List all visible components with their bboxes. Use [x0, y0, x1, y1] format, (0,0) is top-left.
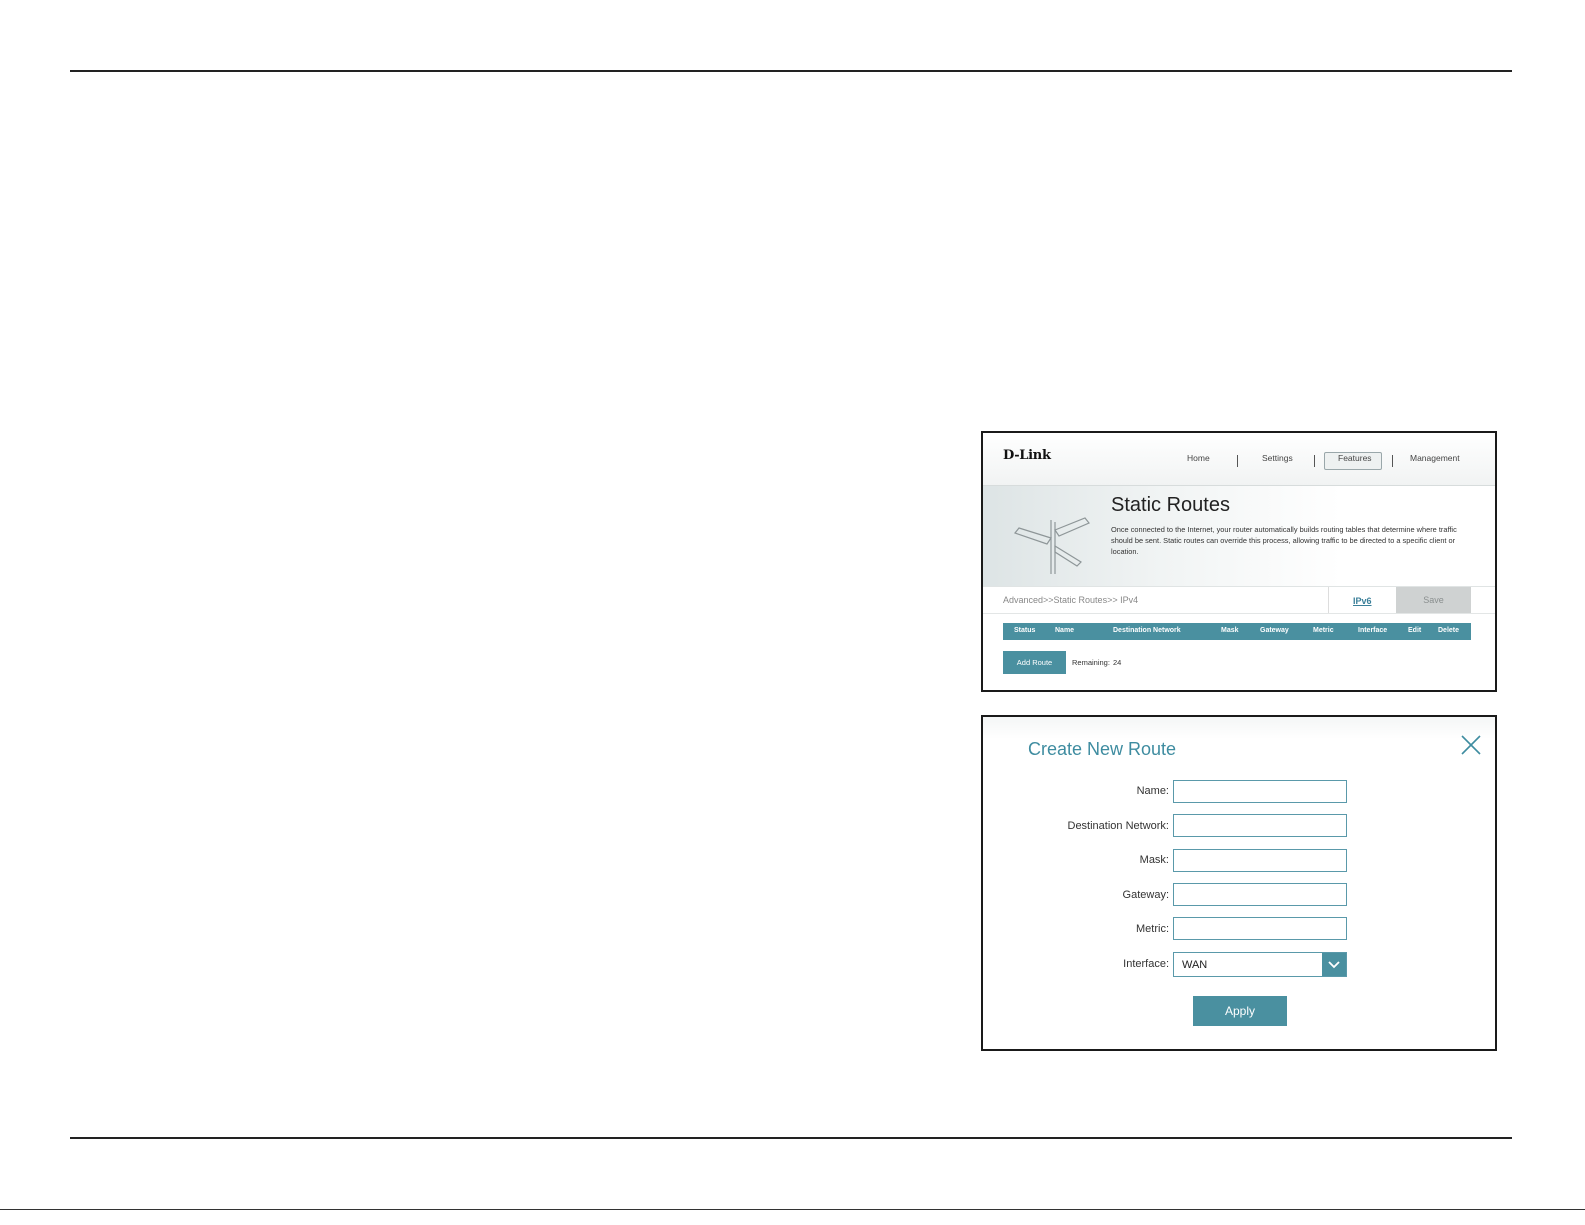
hero-banner: Static Routes Once connected to the Inte…: [983, 486, 1495, 587]
nav-separator: [1392, 455, 1393, 467]
gateway-input[interactable]: [1173, 883, 1347, 906]
page-title: Static Routes: [1111, 494, 1230, 516]
name-input[interactable]: [1173, 780, 1347, 803]
gateway-label: Gateway:: [1122, 889, 1169, 901]
top-divider: [70, 70, 1512, 72]
ipv6-tab: IPv6: [1328, 587, 1397, 613]
routes-table-header: Status Name Destination Network Mask Gat…: [1003, 623, 1471, 640]
static-routes-screenshot: D-Link Home Settings Features Management…: [981, 431, 1497, 692]
create-route-dialog: Create New Route Name: Destination Netwo…: [981, 715, 1497, 1051]
column-mask: Mask: [1221, 627, 1239, 634]
breadcrumb: Advanced>>Static Routes>> IPv4: [1003, 595, 1139, 605]
nav-management[interactable]: Management: [1410, 453, 1460, 463]
interface-select[interactable]: WAN: [1173, 952, 1347, 977]
column-destination-network: Destination Network: [1113, 627, 1181, 634]
dialog-title: Create New Route: [1028, 739, 1177, 759]
nav-separator: [1237, 455, 1238, 467]
signpost-icon: [1013, 517, 1090, 574]
column-name: Name: [1055, 627, 1075, 634]
column-edit: Edit: [1408, 627, 1422, 634]
page-bottom-edge: [0, 1209, 1585, 1210]
remaining-number: 24: [1112, 658, 1122, 667]
metric-input[interactable]: [1173, 917, 1347, 940]
divider: [983, 613, 1495, 614]
apply-button[interactable]: Apply: [1193, 996, 1287, 1026]
dropdown-toggle[interactable]: [1322, 953, 1346, 976]
remaining-label: Remaining:: [1072, 658, 1110, 667]
metric-label: Metric:: [1136, 923, 1169, 935]
interface-selected-value: WAN: [1182, 959, 1208, 971]
dlink-logo: D-Link: [1003, 448, 1051, 463]
page-description: Once connected to the Internet, your rou…: [1111, 525, 1457, 556]
column-gateway: Gateway: [1260, 627, 1289, 634]
close-icon[interactable]: [1459, 733, 1483, 757]
remaining-count: Remaining: 24: [1072, 658, 1121, 667]
column-status: Status: [1014, 627, 1036, 634]
name-label: Name:: [1136, 785, 1169, 797]
ipv6-link[interactable]: IPv6: [1353, 596, 1372, 606]
nav-home[interactable]: Home: [1187, 453, 1210, 463]
save-button[interactable]: Save: [1396, 587, 1471, 613]
top-navigation-bar: D-Link Home Settings Features Management: [983, 433, 1495, 486]
mask-input[interactable]: [1173, 849, 1347, 872]
column-interface: Interface: [1358, 627, 1388, 634]
column-metric: Metric: [1313, 627, 1334, 634]
chevron-down-icon: [1328, 961, 1340, 969]
column-delete: Delete: [1438, 627, 1460, 634]
bottom-divider: [70, 1137, 1512, 1139]
nav-settings[interactable]: Settings: [1262, 453, 1293, 463]
destination-network-input[interactable]: [1173, 814, 1347, 837]
nav-separator: [1314, 455, 1315, 467]
mask-label: Mask:: [1139, 854, 1169, 866]
destination-network-label: Destination Network:: [1067, 820, 1170, 832]
nav-features[interactable]: Features: [1338, 453, 1372, 463]
interface-label: Interface:: [1123, 958, 1169, 970]
add-route-button[interactable]: Add Route: [1003, 651, 1066, 674]
